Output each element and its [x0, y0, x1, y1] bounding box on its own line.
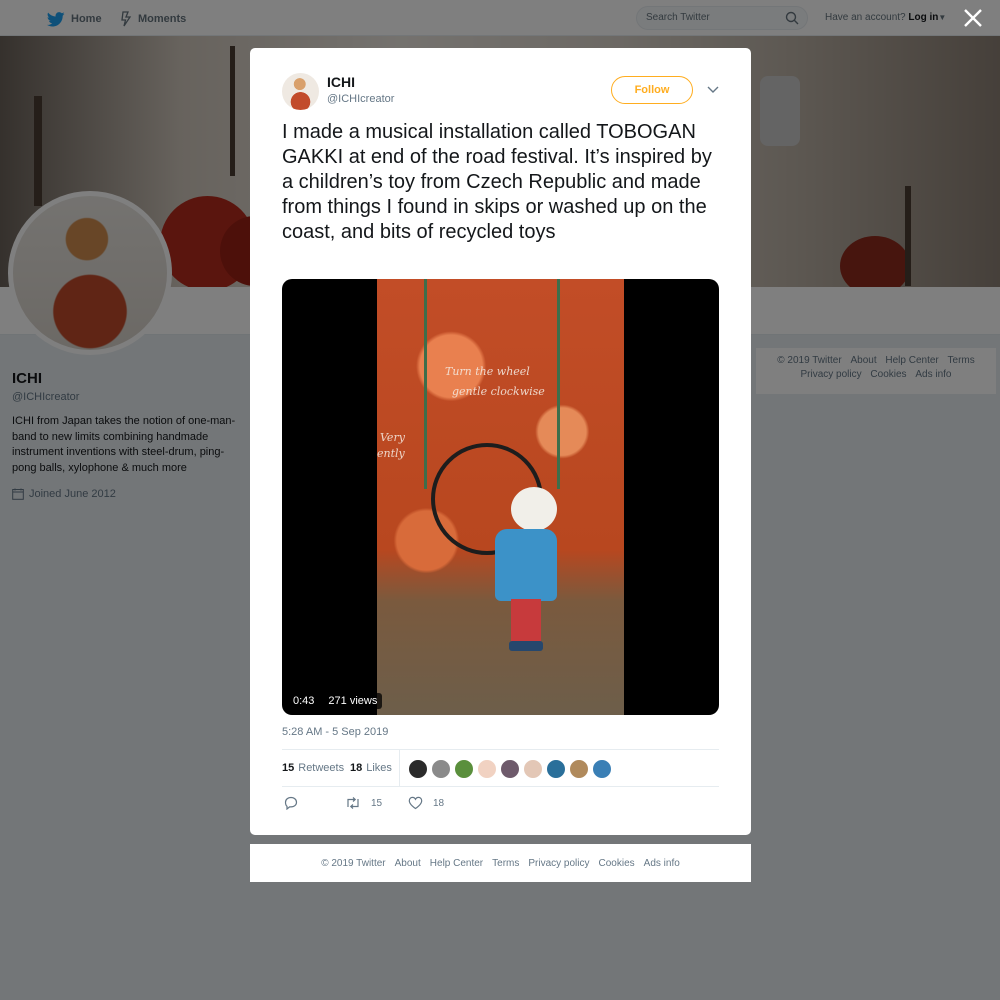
video-duration: 0:43 — [288, 693, 320, 709]
liker-avatar[interactable] — [500, 759, 520, 779]
chalk-text: gentle clockwise — [452, 385, 545, 398]
liker-avatar[interactable] — [592, 759, 612, 779]
footer-copyright: © 2019 Twitter — [321, 857, 386, 869]
tweet-author-avatar[interactable] — [282, 73, 319, 110]
chevron-down-icon[interactable] — [706, 82, 720, 96]
retweets-stat[interactable]: 15 Retweets — [282, 762, 344, 774]
liker-avatar[interactable] — [477, 759, 497, 779]
liker-avatar[interactable] — [408, 759, 428, 779]
tweet-timestamp[interactable]: 5:28 AM - 5 Sep 2019 — [282, 726, 388, 738]
tweet-stats: 15 Retweets 18 Likes — [282, 749, 719, 787]
liker-avatar[interactable] — [546, 759, 566, 779]
chalk-text: Very — [380, 431, 405, 444]
likes-stat[interactable]: 18 Likes — [350, 762, 392, 774]
liker-avatar[interactable] — [523, 759, 543, 779]
footer-privacy-link[interactable]: Privacy policy — [528, 858, 589, 869]
like-count: 18 — [433, 797, 445, 809]
liker-avatar[interactable] — [431, 759, 451, 779]
footer-ads-link[interactable]: Ads info — [644, 858, 680, 869]
footer-about-link[interactable]: About — [395, 858, 421, 869]
likes-label: Likes — [366, 762, 392, 774]
tweet-video[interactable]: Turn the wheel gentle clockwise Very ent… — [282, 279, 719, 715]
retweets-label: Retweets — [298, 762, 345, 774]
tweet-author-name[interactable]: ICHI — [327, 74, 355, 90]
retweet-icon — [347, 797, 359, 809]
close-icon[interactable] — [962, 7, 984, 29]
tweet-author-handle[interactable]: @ICHIcreator — [327, 93, 394, 105]
liker-avatars — [408, 759, 612, 779]
footer-terms-link[interactable]: Terms — [492, 858, 519, 869]
video-badges: 0:43 271 views — [288, 693, 383, 709]
retweet-count: 15 — [371, 797, 383, 809]
child-figure — [511, 487, 557, 531]
reply-button[interactable] — [284, 795, 298, 811]
heart-icon — [408, 796, 423, 810]
follow-button[interactable]: Follow — [611, 76, 693, 104]
footer-cookies-link[interactable]: Cookies — [599, 858, 635, 869]
tweet-text: I made a musical installation called TOB… — [282, 121, 712, 243]
footer-help-link[interactable]: Help Center — [430, 858, 483, 869]
tweet-modal: ICHI @ICHIcreator Follow I made a musica… — [250, 48, 751, 835]
retweet-button[interactable]: 15 — [345, 795, 382, 811]
chalk-text: ently — [377, 447, 405, 460]
like-button[interactable]: 18 — [408, 795, 444, 811]
modal-footer: © 2019 Twitter About Help Center Terms P… — [250, 844, 751, 882]
retweets-count: 15 — [282, 762, 295, 774]
liker-avatar[interactable] — [569, 759, 589, 779]
likes-count: 18 — [350, 762, 363, 774]
chalk-text: Turn the wheel — [445, 365, 530, 378]
video-views: 271 views — [323, 693, 383, 709]
video-frame: Turn the wheel gentle clockwise Very ent… — [377, 279, 624, 715]
reply-icon — [284, 796, 298, 810]
liker-avatar[interactable] — [454, 759, 474, 779]
